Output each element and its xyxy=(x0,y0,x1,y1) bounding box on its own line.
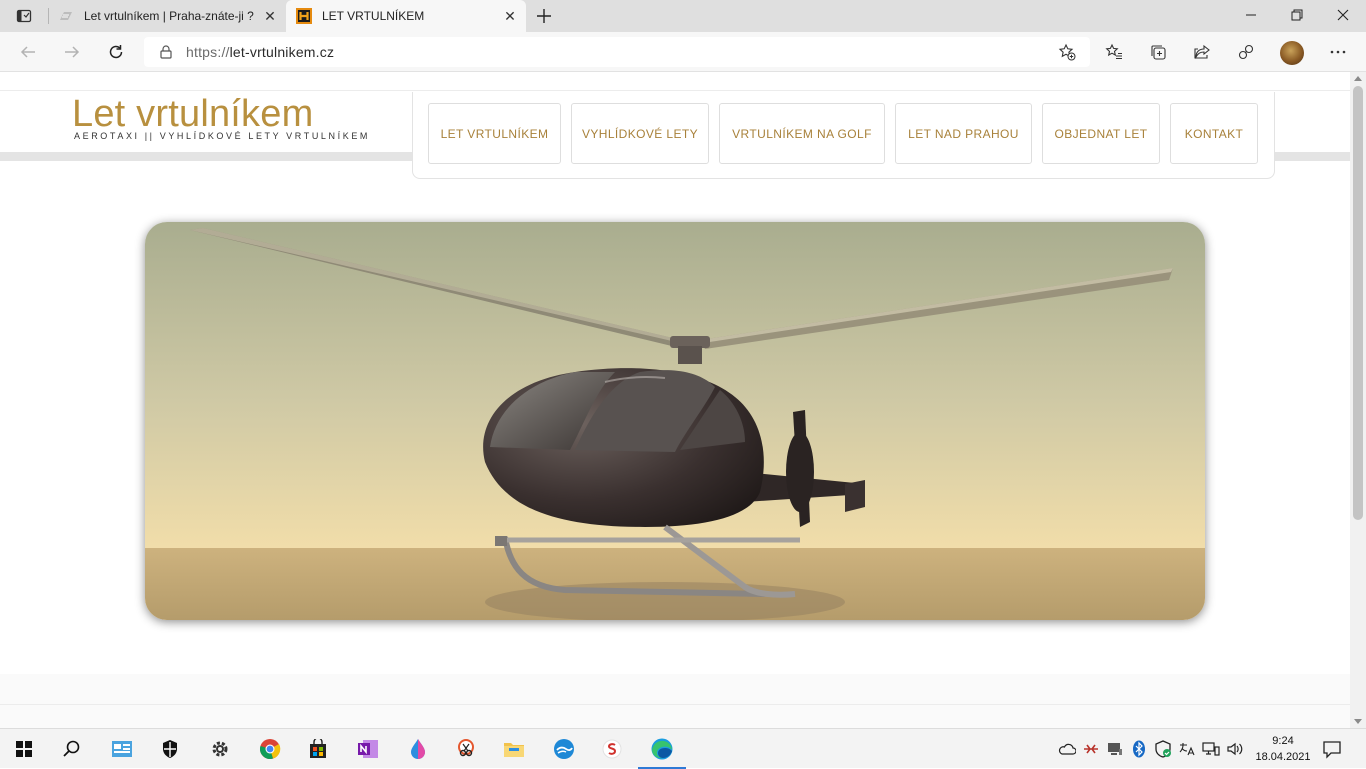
url-protocol: https:// xyxy=(186,44,230,60)
tab-actions-icon[interactable] xyxy=(8,6,40,26)
network-icon[interactable] xyxy=(1202,740,1220,758)
defender-icon[interactable] xyxy=(1154,740,1172,758)
weather-icon[interactable] xyxy=(544,733,584,765)
search-icon[interactable] xyxy=(52,733,92,765)
chrome-icon[interactable] xyxy=(250,733,290,765)
close-window-icon[interactable] xyxy=(1320,0,1366,30)
url-host: let-vrtulnikem.cz xyxy=(229,44,335,60)
tab-separator xyxy=(48,8,49,24)
taskbar-clock[interactable]: 9:24 18.04.2021 xyxy=(1248,733,1318,765)
snip-icon[interactable] xyxy=(446,733,486,765)
onedrive-icon[interactable] xyxy=(1058,740,1076,758)
volume-icon[interactable] xyxy=(1226,740,1244,758)
minimize-icon[interactable] xyxy=(1228,0,1274,30)
favorites-icon[interactable] xyxy=(1100,38,1128,66)
close-tab-icon[interactable]: ✕ xyxy=(260,6,280,26)
tab-strip: Let vrtulníkem | Praha-znáte-ji ? ✕ LET … xyxy=(0,0,1366,32)
tab-title: Let vrtulníkem | Praha-znáte-ji ? xyxy=(84,9,254,23)
scrollbar-thumb[interactable] xyxy=(1353,86,1363,520)
tab-praha-znate-ji[interactable]: Let vrtulníkem | Praha-znáte-ji ? ✕ xyxy=(50,0,286,32)
tab-title: LET VRTULNÍKEM xyxy=(322,9,425,23)
security-icon[interactable] xyxy=(150,733,190,765)
more-menu-icon[interactable] xyxy=(1324,38,1352,66)
close-tab-icon[interactable]: ✕ xyxy=(500,6,520,26)
main-menu: LET VRTULNÍKEM VYHLÍDKOVÉ LETY VRTULNÍKE… xyxy=(412,92,1275,179)
onenote-icon[interactable] xyxy=(348,733,388,765)
menu-item-vyhlidkove-lety[interactable]: VYHLÍDKOVÉ LETY xyxy=(571,103,709,164)
tab-let-vrtulnikem[interactable]: LET VRTULNÍKEM ✕ xyxy=(286,0,526,32)
site-logo-title[interactable]: Let vrtulníkem xyxy=(72,92,313,136)
extensions-icon[interactable] xyxy=(1232,38,1260,66)
page-viewport: Let vrtulníkem AEROTAXI || VYHLÍDKOVÉ LE… xyxy=(0,72,1350,728)
antivirus-icon[interactable] xyxy=(1082,740,1100,758)
new-tab-icon[interactable] xyxy=(532,4,556,28)
start-icon[interactable] xyxy=(4,733,44,765)
menu-item-let-vrtulnikem[interactable]: LET VRTULNÍKEM xyxy=(428,103,561,164)
page-favicon-icon xyxy=(58,8,74,24)
edge-icon[interactable] xyxy=(642,733,682,765)
scroll-down-icon[interactable] xyxy=(1354,719,1362,724)
explorer-icon[interactable] xyxy=(494,733,534,765)
paint-icon[interactable] xyxy=(398,733,438,765)
h-logo-favicon-icon xyxy=(296,8,312,24)
add-favorite-icon[interactable] xyxy=(1058,43,1076,61)
store-icon[interactable] xyxy=(298,733,338,765)
back-icon[interactable] xyxy=(14,38,42,66)
settings-icon[interactable] xyxy=(200,733,240,765)
page-scrollbar[interactable] xyxy=(1350,72,1366,728)
bluetooth-icon[interactable] xyxy=(1130,740,1148,758)
forward-icon[interactable] xyxy=(58,38,86,66)
display-icon[interactable] xyxy=(1106,740,1124,758)
clock-date: 18.04.2021 xyxy=(1255,751,1311,763)
hero-helicopter-image xyxy=(145,222,1205,620)
lock-icon[interactable] xyxy=(158,44,174,60)
clock-time: 9:24 xyxy=(1272,735,1294,747)
collections-icon[interactable] xyxy=(1144,38,1172,66)
notifications-icon[interactable] xyxy=(1322,739,1342,759)
widget-icon[interactable] xyxy=(102,733,142,765)
page-divider xyxy=(0,704,1350,705)
menu-item-let-nad-prahou[interactable]: LET NAD PRAHOU xyxy=(895,103,1032,164)
page-bottom-section xyxy=(0,674,1350,728)
menu-item-kontakt[interactable]: KONTAKT xyxy=(1170,103,1258,164)
address-bar[interactable]: https://let-vrtulnikem.cz xyxy=(144,37,1090,67)
windows-taskbar: 9:24 18.04.2021 xyxy=(0,728,1366,769)
app-s-icon[interactable] xyxy=(592,733,632,765)
navigation-bar: https://let-vrtulnikem.cz xyxy=(0,32,1366,72)
url-text[interactable]: https://let-vrtulnikem.cz xyxy=(186,44,334,60)
site-logo-subtitle: AEROTAXI || VYHLÍDKOVÉ LETY VRTULNÍKEM xyxy=(74,131,371,141)
refresh-icon[interactable] xyxy=(102,38,130,66)
scroll-up-icon[interactable] xyxy=(1354,76,1362,81)
share-icon[interactable] xyxy=(1188,38,1216,66)
menu-item-vrtulnikem-na-golf[interactable]: VRTULNÍKEM NA GOLF xyxy=(719,103,885,164)
profile-avatar[interactable] xyxy=(1280,41,1304,65)
language-icon[interactable] xyxy=(1178,740,1196,758)
restore-icon[interactable] xyxy=(1274,0,1320,30)
menu-item-objednat-let[interactable]: OBJEDNAT LET xyxy=(1042,103,1160,164)
